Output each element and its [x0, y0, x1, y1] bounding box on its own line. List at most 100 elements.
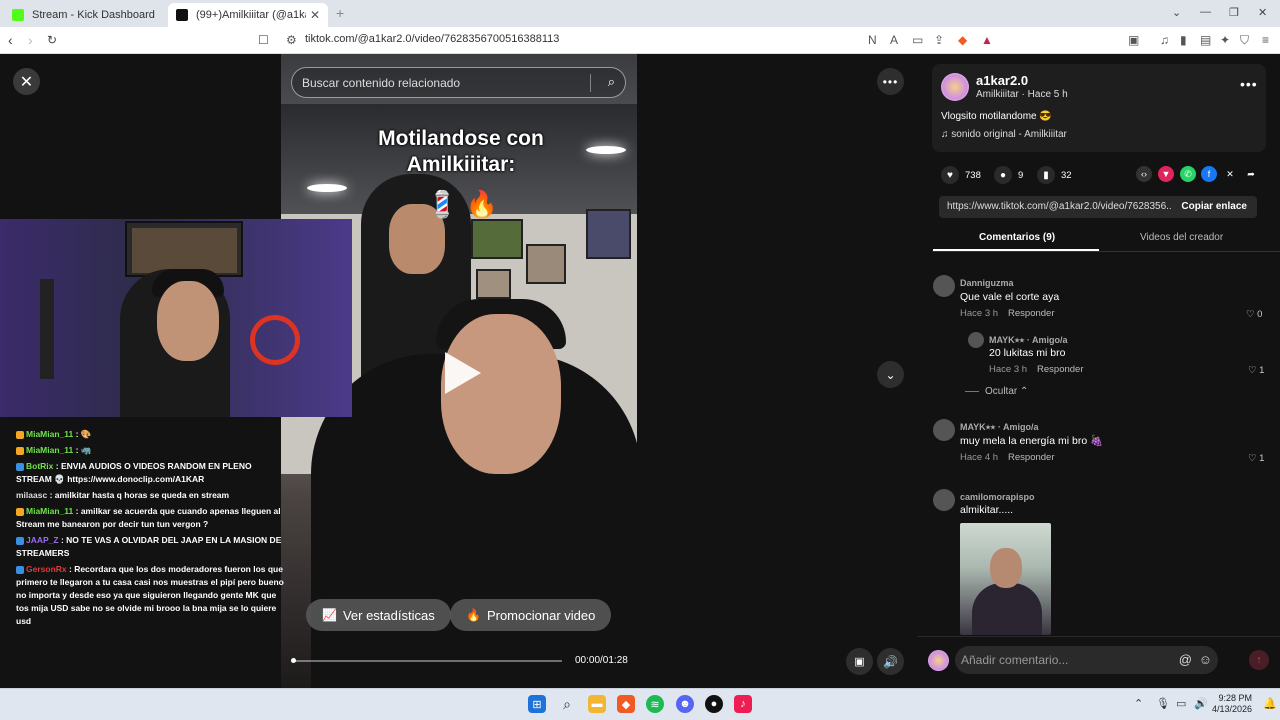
volume-icon[interactable]: 🔊 — [1194, 697, 1208, 710]
comment-image[interactable] — [960, 523, 1051, 635]
new-tab-icon[interactable]: + — [336, 5, 344, 21]
tiktok-icon[interactable]: ♪ — [734, 695, 752, 713]
microphone-icon[interactable]: 🎙 — [1156, 697, 1170, 710]
person — [972, 583, 1042, 635]
chat-username[interactable]: JAAP_Z — [26, 535, 59, 545]
save-count: 32 — [1061, 169, 1072, 181]
reply-button[interactable]: Responder — [1008, 308, 1054, 319]
search-icon[interactable]: ⌕ — [608, 74, 615, 90]
tab-tiktok[interactable]: (99+)Amilkiiitar (@a1kar2.0) | TikTok ✕ — [168, 3, 328, 27]
brave-icon[interactable]: ◆ — [617, 695, 635, 713]
avatar[interactable] — [933, 275, 955, 297]
music-icon[interactable]: ♫ — [1160, 33, 1169, 47]
video-link[interactable]: https://www.tiktok.com/@a1kar2.0/video/7… — [947, 201, 1172, 212]
avatar[interactable] — [941, 73, 969, 101]
play-icon[interactable] — [445, 352, 481, 394]
panel-icon[interactable]: ▮ — [1180, 33, 1187, 47]
send-comment-button[interactable]: ↑ — [1249, 650, 1269, 670]
avatar[interactable] — [933, 489, 955, 511]
maximize-icon[interactable]: ❐ — [1229, 6, 1239, 19]
notifications-icon[interactable]: 🔔 — [1263, 697, 1277, 710]
whatsapp-icon[interactable]: ✆ — [1180, 166, 1196, 182]
spotify-icon[interactable]: ≋ — [646, 695, 664, 713]
avatar[interactable] — [968, 332, 984, 348]
mention-icon[interactable]: @ — [1179, 652, 1192, 667]
reader-icon[interactable]: N — [868, 33, 877, 47]
close-tab-icon[interactable]: ✕ — [310, 8, 320, 22]
author-name[interactable]: a1kar2.0 — [976, 73, 1028, 88]
back-icon[interactable]: ‹ — [8, 32, 13, 48]
x-icon[interactable]: ✕ — [1222, 166, 1238, 182]
comment-like[interactable]: ♡ 1 — [1248, 365, 1264, 376]
reload-icon[interactable]: ↻ — [47, 33, 57, 47]
reply-button[interactable]: Responder — [1008, 452, 1054, 463]
more-options-icon[interactable]: ••• — [1240, 76, 1258, 92]
promote-video-button[interactable]: 🔥 Promocionar video — [450, 599, 612, 631]
discord-icon[interactable]: ☻ — [676, 695, 694, 713]
tab-creator-videos[interactable]: Videos del creador — [1140, 232, 1223, 243]
chat-username[interactable]: BotRix — [26, 461, 53, 471]
sidebar-icon[interactable]: ▣ — [1128, 33, 1139, 47]
search-icon[interactable]: ⌕ — [558, 695, 576, 713]
leo-icon[interactable]: ✦ — [1220, 33, 1230, 47]
vpn-icon[interactable]: ⛉ — [1240, 33, 1249, 48]
volume-icon[interactable]: 🔊 — [877, 648, 904, 675]
like-button[interactable]: ♥ 738 — [941, 166, 981, 184]
hide-replies-button[interactable]: Ocultar ⌃ — [965, 386, 1028, 397]
comment-user[interactable]: MAYK⭑⭑ · Amigo/a — [960, 422, 1039, 433]
next-video-chevron-down-icon[interactable]: ⌄ — [877, 361, 904, 388]
chat-username[interactable]: MiaMian_11 — [26, 506, 73, 516]
chevron-up-icon[interactable]: ⌃ — [1134, 697, 1143, 710]
comment-user[interactable]: MAYK⭑⭑ · Amigo/a — [989, 335, 1068, 346]
chat-username[interactable]: milaasc — [16, 490, 47, 500]
brave-rewards-icon[interactable]: ▲ — [981, 33, 993, 47]
tab-kick-dashboard[interactable]: Stream - Kick Dashboard — [4, 3, 164, 27]
facebook-icon[interactable]: f — [1201, 166, 1217, 182]
send-friends-icon[interactable]: ▼ — [1158, 166, 1174, 182]
wallet-icon[interactable]: ▤ — [1200, 33, 1211, 47]
more-options-icon[interactable]: ••• — [877, 68, 904, 95]
url-field[interactable]: tiktok.com/@a1kar2.0/video/7628356700516… — [305, 33, 559, 45]
close-icon[interactable]: ✕ — [13, 68, 40, 95]
related-search-input[interactable]: Buscar contenido relacionado ⌕ — [291, 67, 626, 98]
comment-button[interactable]: ● 9 — [994, 166, 1023, 184]
reply-button[interactable]: Responder — [1037, 364, 1083, 375]
comment-like[interactable]: ♡ 1 — [1248, 453, 1264, 464]
close-window-icon[interactable]: ✕ — [1258, 6, 1267, 19]
view-stats-button[interactable]: 📈 Ver estadísticas — [306, 599, 451, 631]
comment-user[interactable]: camilomorapispo — [960, 492, 1035, 502]
forward-icon[interactable]: › — [28, 32, 33, 48]
video-link-field[interactable]: https://www.tiktok.com/@a1kar2.0/video/7… — [939, 196, 1257, 218]
embed-icon[interactable]: ‹› — [1136, 166, 1152, 182]
post-sound[interactable]: ♫ sonido original - Amilkiiitar — [941, 129, 1067, 140]
menu-icon[interactable]: ≡ — [1262, 33, 1269, 47]
windows-start-icon[interactable]: ⊞ — [528, 695, 546, 713]
site-info-icon[interactable]: ⚙ — [286, 33, 297, 47]
avatar[interactable] — [933, 419, 955, 441]
copy-link-button[interactable]: Copiar enlace — [1181, 201, 1247, 212]
add-comment-input[interactable]: Añadir comentario... @ ☺ — [955, 646, 1218, 674]
chat-username[interactable]: MiaMian_11 — [26, 445, 73, 455]
comment-user[interactable]: Danniguzma — [960, 278, 1014, 288]
system-clock[interactable]: 9:28 PM 4/13/2026 — [1212, 693, 1252, 715]
emoji-icon[interactable]: ☺ — [1199, 652, 1212, 667]
video-progress-bar[interactable] — [291, 658, 562, 663]
share-icon[interactable]: ⇪ — [934, 33, 944, 47]
share-arrow-icon[interactable]: ➦ — [1243, 166, 1259, 182]
network-icon[interactable]: ▭ — [1176, 697, 1186, 710]
bookmark-icon[interactable]: ☐ — [258, 33, 269, 47]
comment-like[interactable]: ♡ 0 — [1246, 309, 1262, 320]
save-button[interactable]: ▮ 32 — [1037, 166, 1072, 184]
minimize-icon[interactable]: — — [1200, 6, 1211, 18]
obs-icon[interactable]: ● — [705, 695, 723, 713]
chat-username[interactable]: MiaMian_11 — [26, 429, 73, 439]
tab-comments[interactable]: Comentarios (9) — [979, 232, 1055, 243]
brave-shield-icon[interactable]: ◆ — [958, 33, 967, 47]
file-explorer-icon[interactable]: ▬ — [588, 695, 606, 713]
cast-icon[interactable]: ▭ — [912, 33, 923, 47]
picture-in-picture-icon[interactable]: ▣ — [846, 648, 873, 675]
chat-username[interactable]: GersonRx — [26, 564, 67, 574]
chevron-down-icon[interactable]: ⌄ — [1172, 6, 1181, 19]
progress-handle[interactable] — [291, 658, 296, 663]
translate-icon[interactable]: A — [890, 33, 898, 47]
